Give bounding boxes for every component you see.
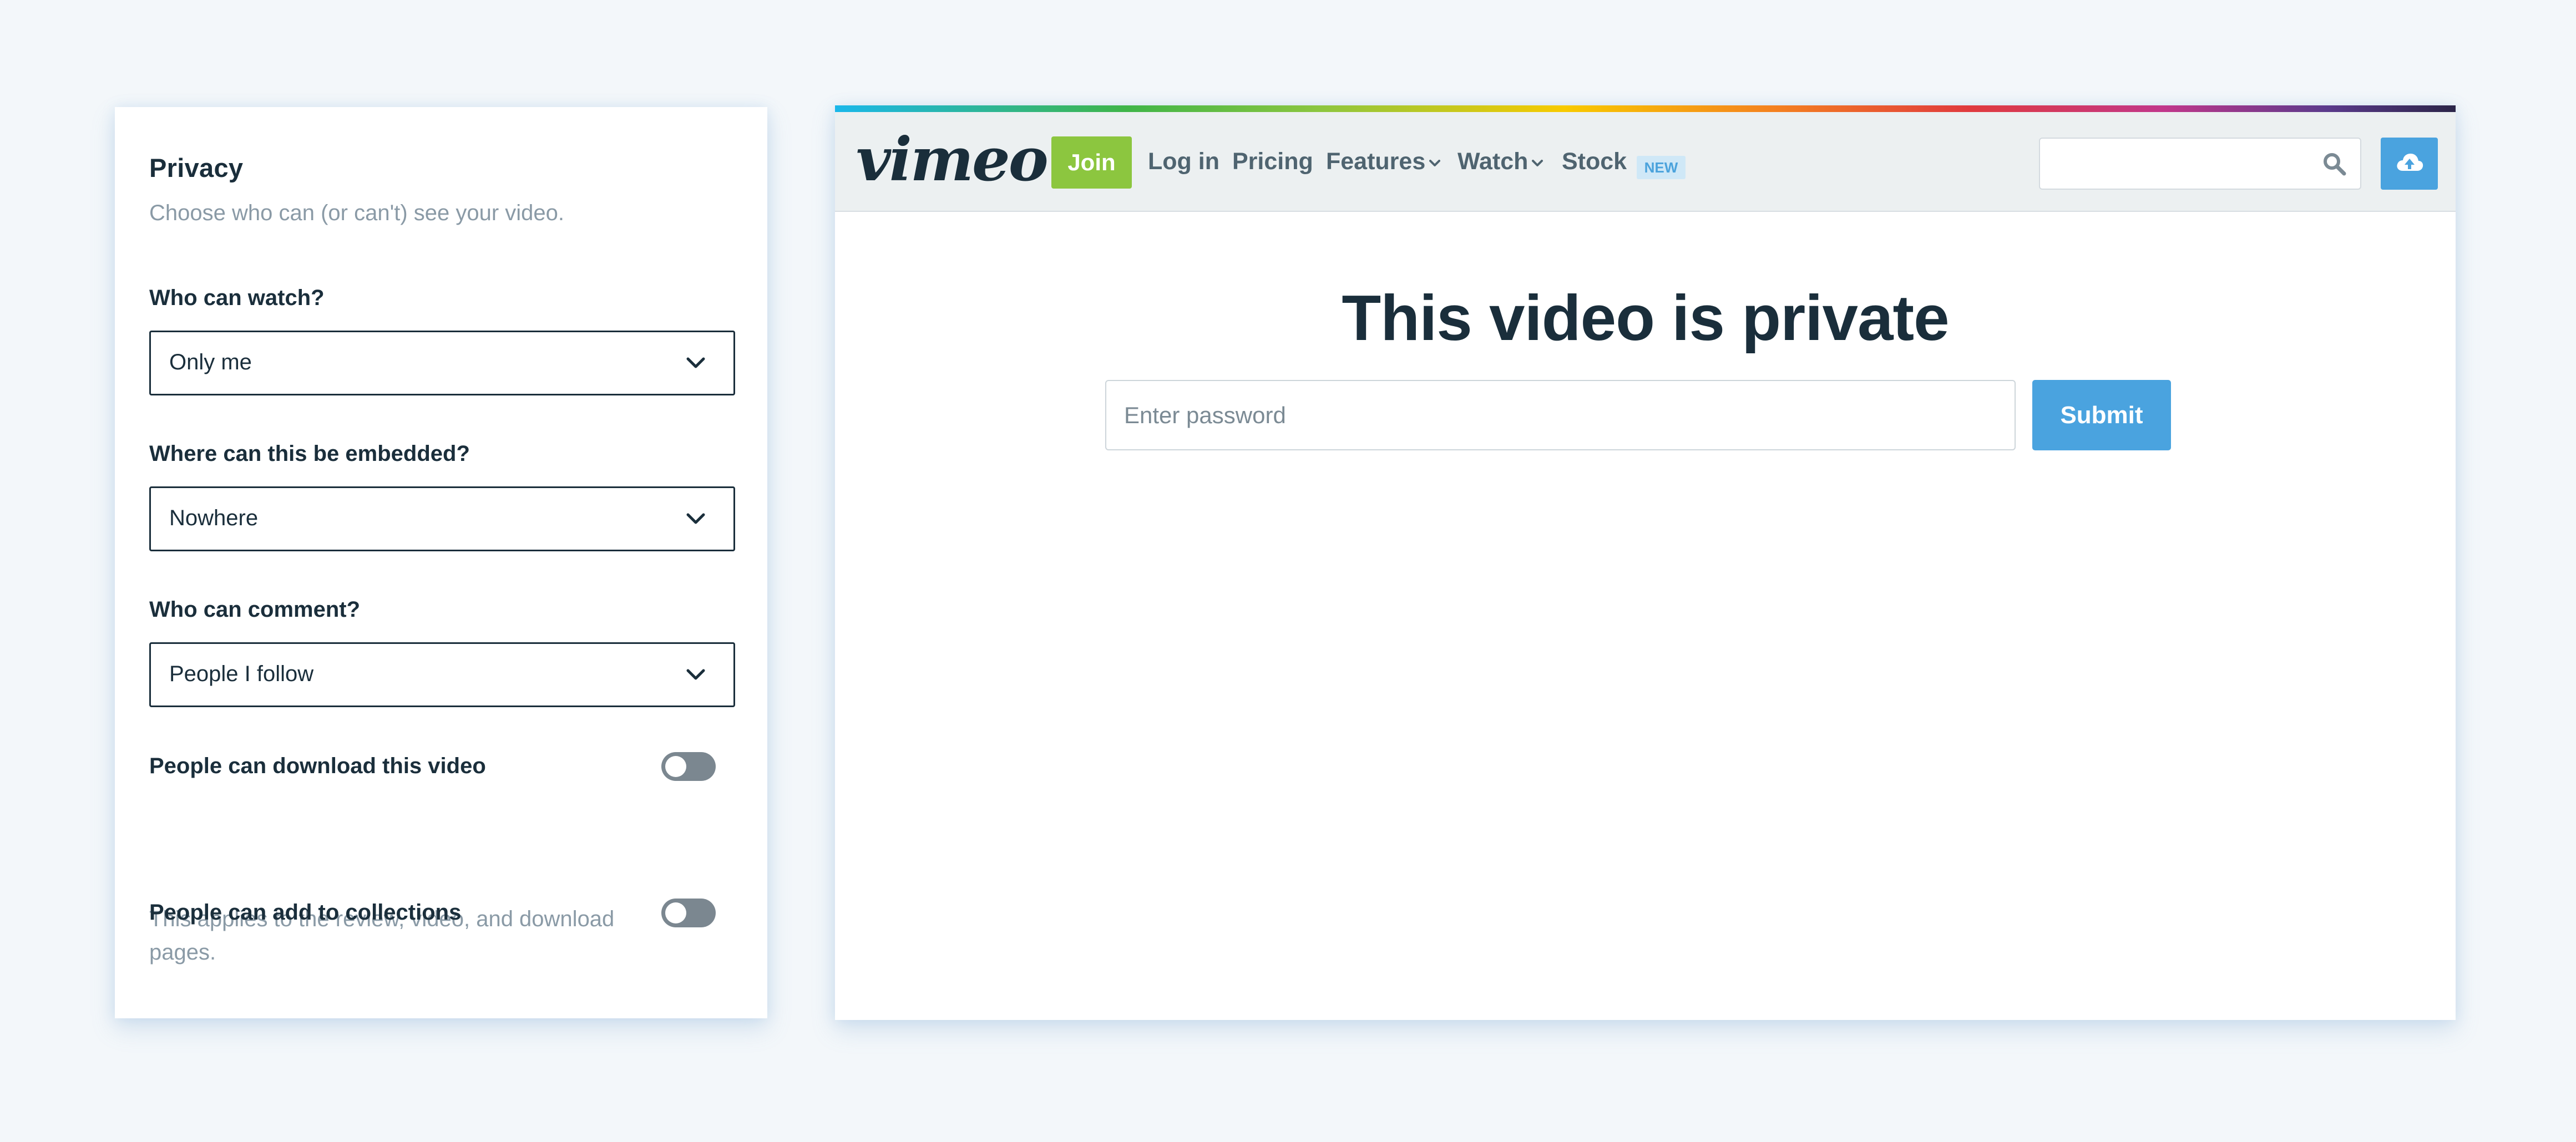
search-input[interactable] — [2039, 138, 2361, 190]
embed-value: Nowhere — [169, 506, 259, 530]
who-can-watch-label: Who can watch? — [149, 286, 325, 310]
watch-menu[interactable]: Watch — [1457, 148, 1543, 175]
embed-label: Where can this be embedded? — [149, 441, 470, 466]
embed-select[interactable]: Nowhere — [149, 486, 735, 551]
new-badge: NEW — [1637, 156, 1686, 179]
chevron-down-icon — [686, 357, 705, 368]
stock-link[interactable]: Stock — [1562, 148, 1627, 175]
features-menu[interactable]: Features — [1326, 148, 1441, 175]
toggle-knob — [665, 902, 686, 923]
privacy-subtitle: Choose who can (or can't) see your video… — [149, 201, 565, 225]
comment-select[interactable]: People I follow — [149, 642, 735, 707]
download-toggle[interactable] — [661, 752, 716, 781]
cloud-upload-icon — [2397, 154, 2423, 171]
chevron-down-icon — [686, 669, 705, 680]
download-label: People can download this video — [149, 754, 486, 778]
who-can-watch-select[interactable]: Only me — [149, 331, 735, 395]
comment-label: Who can comment? — [149, 597, 361, 622]
privacy-panel: Privacy Choose who can (or can't) see yo… — [115, 107, 767, 1018]
privacy-title: Privacy — [149, 153, 244, 182]
chevron-down-icon — [1429, 159, 1441, 166]
comment-value: People I follow — [169, 662, 314, 686]
search-icon — [2324, 153, 2346, 176]
collections-toggle[interactable] — [661, 899, 716, 927]
pricing-link[interactable]: Pricing — [1232, 148, 1313, 175]
vimeo-page-preview: vimeo Join Log in Pricing Features Watch… — [835, 105, 2456, 1020]
chevron-down-icon — [686, 513, 705, 524]
join-button[interactable]: Join — [1051, 136, 1132, 189]
rainbow-bar — [835, 105, 2456, 112]
watch-label: Watch — [1457, 148, 1529, 175]
top-navbar: vimeo Join Log in Pricing Features Watch… — [835, 112, 2456, 212]
password-input[interactable] — [1105, 380, 2016, 450]
toggle-knob — [665, 756, 686, 777]
submit-button[interactable]: Submit — [2032, 380, 2171, 450]
vimeo-logo[interactable]: vimeo — [856, 130, 1049, 190]
who-can-watch-value: Only me — [169, 350, 252, 374]
chevron-down-icon — [1532, 159, 1543, 166]
upload-button[interactable] — [2381, 138, 2438, 190]
collections-label: People can add to collections — [149, 900, 462, 925]
login-link[interactable]: Log in — [1148, 148, 1219, 175]
features-label: Features — [1326, 148, 1426, 175]
page-title: This video is private — [1342, 282, 1949, 354]
